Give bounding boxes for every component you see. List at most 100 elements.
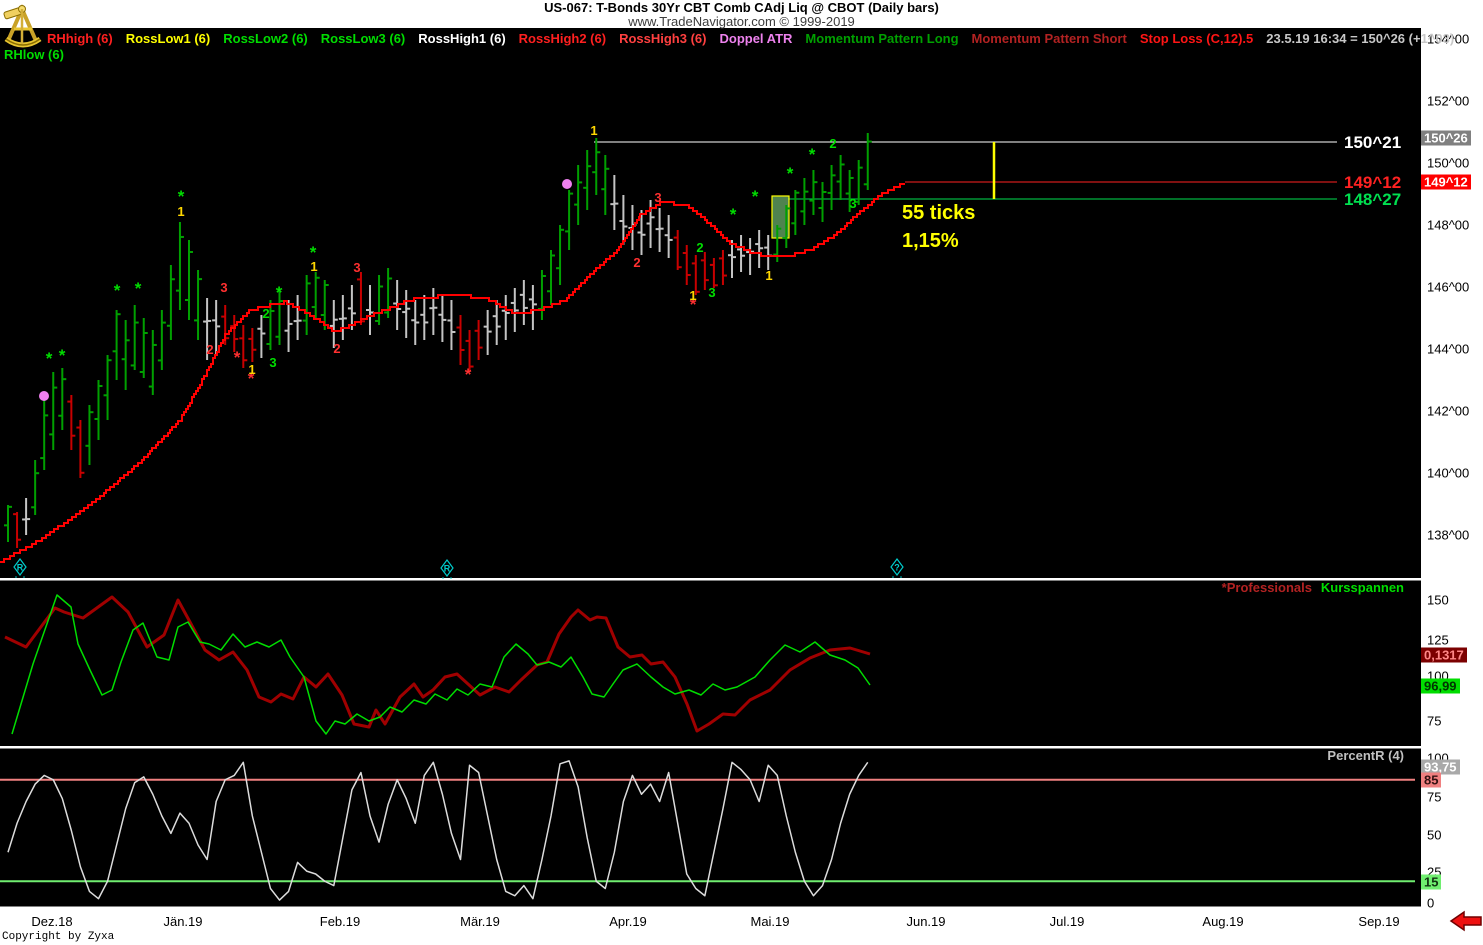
- pattern-number: 2: [633, 255, 640, 270]
- measure-label: 55 ticks: [902, 202, 975, 224]
- pattern-number: 1: [177, 204, 184, 219]
- pattern-number: 2: [333, 341, 340, 356]
- axis-value-badge: 0,1317: [1421, 647, 1467, 663]
- indicator-label: RossLow2 (6): [223, 31, 308, 46]
- pattern-number: 1: [310, 259, 317, 274]
- month-label: Apr.19: [609, 914, 647, 929]
- pattern-star-red: *: [465, 365, 472, 384]
- time-axis: Dez.18 Jän.19 Feb.19 Mär.19 Apr.19 Mai.19 Jun.…: [0, 909, 1483, 933]
- indicator-label: Doppel ATR: [719, 31, 793, 46]
- indicator-label: RossHigh1 (6): [418, 31, 506, 46]
- axis-tick-label: 125: [1427, 632, 1449, 648]
- scroll-left-arrow[interactable]: [1449, 909, 1483, 933]
- month-label: Jul.19: [1049, 914, 1085, 929]
- pattern-number: 1: [590, 123, 597, 138]
- axis-tick-label: 150: [1427, 592, 1449, 608]
- pattern-number: 3: [269, 355, 276, 370]
- pattern-star-green: *: [809, 145, 816, 164]
- pattern-number: 2: [262, 306, 269, 321]
- marker-diamond-letter: R: [17, 563, 24, 573]
- pattern-number: 3: [654, 190, 661, 205]
- price-axis: 154^00 152^00 150^00 148^00 146^00 144^00 142^…: [1421, 28, 1483, 911]
- atr-dot: [39, 391, 49, 401]
- pattern-number: 3: [708, 285, 715, 300]
- axis-tick-label: 75: [1427, 713, 1442, 729]
- pattern-star-green: *: [135, 279, 142, 298]
- pattern-star-green: *: [59, 346, 66, 365]
- price-level-label: 148^27: [1344, 190, 1401, 209]
- marker-diamond-letter: R: [444, 564, 451, 574]
- axis-tick-label: 140^00: [1427, 465, 1470, 481]
- indicator-label: RossHigh3 (6): [619, 31, 707, 46]
- chart-background: [0, 28, 1421, 909]
- app-window: US-067: T-Bonds 30Yr CBT Comb CAdj Liq @…: [0, 0, 1483, 945]
- axis-tick-label: 138^00: [1427, 527, 1470, 543]
- pattern-number: 3: [353, 260, 360, 275]
- marker-dot: [442, 577, 444, 579]
- month-label: Aug.19: [1202, 914, 1244, 929]
- axis-tick-label: 148^00: [1427, 217, 1470, 233]
- panel-separator: [0, 578, 1421, 581]
- chart-subtitle: www.TradeNavigator.com © 1999-2019: [628, 14, 855, 29]
- chart-title: US-067: T-Bonds 30Yr CBT Comb CAdj Liq @…: [544, 0, 939, 15]
- axis-value-badge: 150^26: [1421, 130, 1471, 146]
- indicator-label: RHhigh (6): [47, 31, 113, 46]
- pattern-star-green: *: [114, 281, 121, 300]
- axis-value-badge: 149^12: [1421, 174, 1471, 190]
- percentr-title: PercentR (4): [1327, 748, 1404, 763]
- month-label: Feb.19: [319, 914, 361, 929]
- pattern-number: 2: [696, 240, 703, 255]
- axis-tick-label: 75: [1427, 789, 1442, 805]
- month-label: Mär.19: [460, 914, 500, 929]
- month-label: Jän.19: [163, 914, 203, 929]
- marker-diamond-letter: ?: [894, 563, 900, 573]
- pattern-star-red: *: [234, 348, 241, 367]
- indicator-label: RossLow1 (6): [125, 31, 211, 46]
- axis-tick-label: 152^00: [1427, 93, 1470, 109]
- indicator-row-2: RHlow (6): [4, 47, 77, 62]
- axis-value-badge: 15: [1421, 874, 1442, 890]
- month-label: Dez.18: [31, 914, 73, 929]
- indicator-label: Stop Loss (C,12).5: [1139, 31, 1254, 46]
- measure-label: 1,15%: [902, 230, 959, 252]
- month-label: Sep.19: [1358, 914, 1400, 929]
- indicator-row-1: RHhigh (6) RossLow1 (6) RossLow2 (6) RossLo…: [47, 31, 1467, 46]
- legend-professionals: *Professionals: [1222, 580, 1312, 595]
- pattern-star-green: *: [276, 283, 283, 302]
- month-label: Mai.19: [750, 914, 790, 929]
- marker-dot: [892, 576, 894, 578]
- pattern-number: 2: [206, 342, 213, 357]
- axis-tick-label: 144^00: [1427, 341, 1470, 357]
- axis-tick-label: 146^00: [1427, 279, 1470, 295]
- month-label: Jun.19: [906, 914, 946, 929]
- indicator-label: 23.5.19 16:34 = 150^26 (+1^03): [1266, 31, 1455, 46]
- pattern-star-green: *: [730, 205, 737, 224]
- indicator-label: RossLow3 (6): [320, 31, 406, 46]
- pattern-number: 1: [765, 268, 772, 283]
- marker-dot: [15, 576, 17, 578]
- atr-dot: [562, 179, 572, 189]
- chart-canvas[interactable]: 150^21149^12148^2755 ticks1,15%* ** ******…: [0, 28, 1421, 909]
- price-level-label: 150^21: [1344, 133, 1401, 152]
- indicator-label: Momentum Pattern Long: [805, 31, 959, 46]
- chart-header: US-067: T-Bonds 30Yr CBT Comb CAdj Liq @…: [0, 1, 1483, 29]
- pattern-number: 2: [829, 136, 836, 151]
- indicator-label: RossHigh2 (6): [518, 31, 607, 46]
- pattern-star-green: *: [787, 164, 794, 183]
- pattern-star-green: *: [46, 349, 53, 368]
- marker-dot: [900, 576, 902, 578]
- marker-dot: [450, 577, 452, 579]
- trade-navigator-sextant-logo: [2, 1, 44, 48]
- pattern-number: 3: [849, 196, 856, 211]
- copyright-text: Copyright by Zyxa: [2, 931, 115, 943]
- pattern-number: 3: [220, 280, 227, 295]
- axis-tick-label: 150^00: [1427, 155, 1470, 171]
- axis-tick-label: 142^00: [1427, 403, 1470, 419]
- axis-tick-label: 50: [1427, 827, 1442, 843]
- panel-separator: [0, 746, 1421, 749]
- axis-value-badge: 96,99: [1421, 678, 1460, 694]
- pattern-star-green: *: [752, 187, 759, 206]
- legend-kursspannen: Kursspannen: [1321, 580, 1404, 595]
- indicator-label: Momentum Pattern Short: [971, 31, 1127, 46]
- pattern-number: 1: [248, 362, 255, 377]
